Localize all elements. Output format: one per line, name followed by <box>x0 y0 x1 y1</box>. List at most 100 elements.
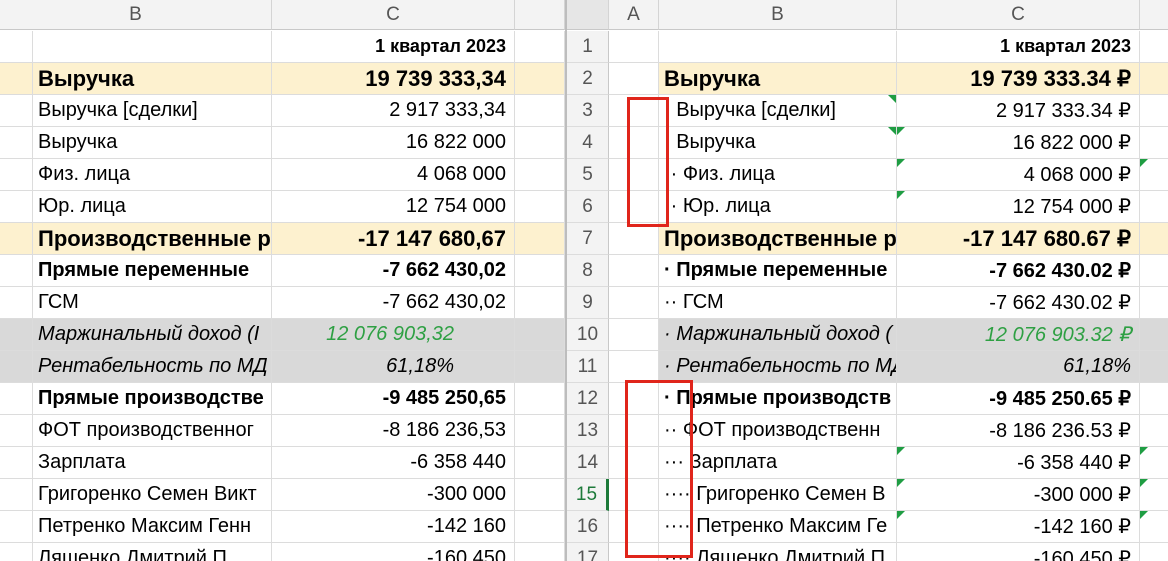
row-number[interactable]: 14 <box>567 447 609 479</box>
cell-a[interactable] <box>609 255 659 287</box>
column-header-c[interactable]: C <box>272 0 515 30</box>
cell-b[interactable]: Петренко Максим Генн <box>33 511 272 543</box>
cell-a[interactable] <box>609 415 659 447</box>
cell-d[interactable] <box>1140 223 1168 255</box>
cell-b[interactable]: · Прямые переменные <box>659 255 897 287</box>
cell-d[interactable] <box>515 223 565 255</box>
cell-c[interactable]: -160 450 <box>272 543 515 561</box>
cell-a[interactable] <box>0 127 33 159</box>
cell-c[interactable]: -142 160 <box>272 511 515 543</box>
row-number[interactable]: 16 <box>567 511 609 543</box>
cell-a[interactable] <box>609 31 659 63</box>
cell-a[interactable] <box>0 223 33 255</box>
cell-d[interactable] <box>515 159 565 191</box>
cell-c[interactable]: -7 662 430,02 <box>272 287 515 319</box>
cell-b[interactable]: ФОТ производственног <box>33 415 272 447</box>
cell-b[interactable]: Выручка <box>33 127 272 159</box>
column-header-b[interactable]: B <box>0 0 272 30</box>
cell-a[interactable] <box>0 351 33 383</box>
row-number[interactable]: 2 <box>567 63 609 95</box>
cell-b[interactable]: · Выручка <box>659 127 897 159</box>
row-number[interactable]: 1 <box>567 31 609 63</box>
cell-b[interactable] <box>659 31 897 63</box>
cell-d[interactable] <box>515 415 565 447</box>
cell-a[interactable] <box>609 287 659 319</box>
row-number[interactable]: 17 <box>567 543 609 561</box>
cell-c[interactable]: 16 822 000 ₽ <box>897 127 1140 159</box>
cell-d[interactable] <box>515 255 565 287</box>
cell-d[interactable] <box>515 543 565 561</box>
cell-c[interactable]: -7 662 430.02 ₽ <box>897 255 1140 287</box>
cell-d[interactable] <box>515 191 565 223</box>
column-header-d[interactable] <box>1140 0 1168 30</box>
cell-c[interactable]: -300 000 <box>272 479 515 511</box>
row-number[interactable]: 13 <box>567 415 609 447</box>
cell-d[interactable] <box>515 287 565 319</box>
cell-a[interactable] <box>0 383 33 415</box>
row-number[interactable]: 4 <box>567 127 609 159</box>
cell-c[interactable]: -6 358 440 <box>272 447 515 479</box>
cell-c[interactable]: 12 754 000 ₽ <box>897 191 1140 223</box>
cell-c[interactable]: -6 358 440 ₽ <box>897 447 1140 479</box>
cell-a[interactable] <box>0 287 33 319</box>
cell-c[interactable]: 12 076 903.32 ₽ <box>897 319 1140 351</box>
row-number[interactable]: 10 <box>567 319 609 351</box>
row-number[interactable]: 7 <box>567 223 609 255</box>
cell-d[interactable] <box>1140 383 1168 415</box>
cell-a[interactable] <box>609 447 659 479</box>
cell-a[interactable] <box>609 191 659 223</box>
cell-d[interactable] <box>515 447 565 479</box>
cell-b[interactable]: Производственные р <box>33 223 272 255</box>
cell-d[interactable] <box>1140 159 1168 191</box>
cell-c[interactable]: -7 662 430,02 <box>272 255 515 287</box>
cell-a[interactable] <box>0 255 33 287</box>
cell-c[interactable]: 61,18% <box>272 351 515 383</box>
cell-b[interactable]: ГСМ <box>33 287 272 319</box>
row-number[interactable]: 5 <box>567 159 609 191</box>
cell-c[interactable]: 61,18% <box>897 351 1140 383</box>
cell-b[interactable]: Выручка [сделки] <box>33 95 272 127</box>
row-number[interactable]: 6 <box>567 191 609 223</box>
cell-b[interactable]: ·· ГСМ <box>659 287 897 319</box>
cell-c[interactable]: -7 662 430.02 ₽ <box>897 287 1140 319</box>
cell-a[interactable] <box>609 351 659 383</box>
cell-d[interactable] <box>1140 31 1168 63</box>
cell-d[interactable] <box>515 511 565 543</box>
cell-c[interactable]: -17 147 680.67 ₽ <box>897 223 1140 255</box>
cell-b[interactable]: ···· Григоренко Семен В <box>659 479 897 511</box>
column-header-a[interactable]: A <box>609 0 659 30</box>
cell-d[interactable] <box>1140 415 1168 447</box>
cell-c[interactable]: -9 485 250.65 ₽ <box>897 383 1140 415</box>
cell-a[interactable] <box>609 543 659 561</box>
column-header-c[interactable]: C <box>897 0 1140 30</box>
cell-a[interactable] <box>0 319 33 351</box>
cell-a[interactable] <box>0 543 33 561</box>
cell-b[interactable]: Физ. лица <box>33 159 272 191</box>
cell-b[interactable]: · Прямые производств <box>659 383 897 415</box>
cell-b[interactable]: ·· Физ. лица <box>659 159 897 191</box>
cell-a[interactable] <box>0 511 33 543</box>
cell-c[interactable]: 16 822 000 <box>272 127 515 159</box>
cell-d[interactable] <box>1140 351 1168 383</box>
cell-b[interactable]: Зарплата <box>33 447 272 479</box>
cell-b[interactable]: Ляшенко Дмитрий П <box>33 543 272 561</box>
cell-c[interactable]: 2 917 333,34 <box>272 95 515 127</box>
cell-d[interactable] <box>1140 287 1168 319</box>
cell-b[interactable]: ···· Ляшенко Дмитрий П <box>659 543 897 561</box>
cell-d[interactable] <box>515 95 565 127</box>
column-header-b[interactable]: B <box>659 0 897 30</box>
cell-b[interactable]: ·· Юр. лица <box>659 191 897 223</box>
cell-b[interactable]: Прямые переменные <box>33 255 272 287</box>
row-number[interactable]: 3 <box>567 95 609 127</box>
cell-c[interactable]: 1 квартал 2023 <box>897 31 1140 63</box>
cell-a[interactable] <box>609 95 659 127</box>
cell-a[interactable] <box>0 31 33 63</box>
cell-d[interactable] <box>515 127 565 159</box>
cell-d[interactable] <box>515 351 565 383</box>
cell-d[interactable] <box>1140 127 1168 159</box>
cell-c[interactable]: 12 076 903,32 <box>272 319 515 351</box>
row-number[interactable]: 9 <box>567 287 609 319</box>
cell-c[interactable]: 12 754 000 <box>272 191 515 223</box>
cell-d[interactable] <box>1140 63 1168 95</box>
cell-a[interactable] <box>0 95 33 127</box>
